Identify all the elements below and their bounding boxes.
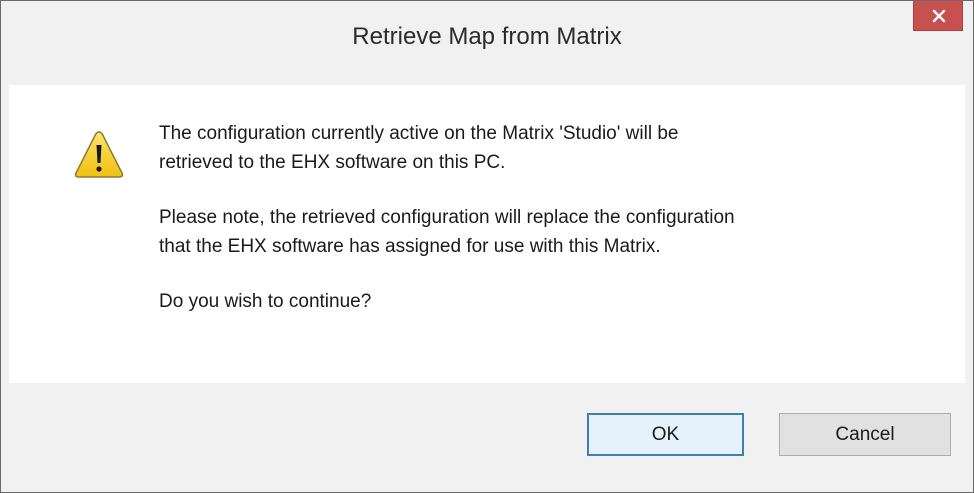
message-paragraph-1: The configuration currently active on th…	[159, 123, 679, 173]
warning-icon	[74, 131, 124, 178]
dialog-window: Retrieve Map from Matrix The configurati…	[0, 0, 974, 493]
ok-button[interactable]: OK	[587, 413, 744, 456]
message-paragraph-2: Please note, the retrieved configuration…	[159, 207, 735, 257]
message-area: The configuration currently active on th…	[9, 85, 965, 383]
title-bar: Retrieve Map from Matrix	[1, 1, 973, 85]
message-text: The configuration currently active on th…	[159, 119, 939, 316]
cancel-button[interactable]: Cancel	[779, 413, 951, 456]
dialog-title: Retrieve Map from Matrix	[352, 23, 622, 50]
close-icon	[932, 9, 946, 23]
message-paragraph-3: Do you wish to continue?	[159, 291, 372, 312]
close-button[interactable]	[913, 1, 963, 31]
button-bar: OK Cancel	[9, 383, 965, 485]
